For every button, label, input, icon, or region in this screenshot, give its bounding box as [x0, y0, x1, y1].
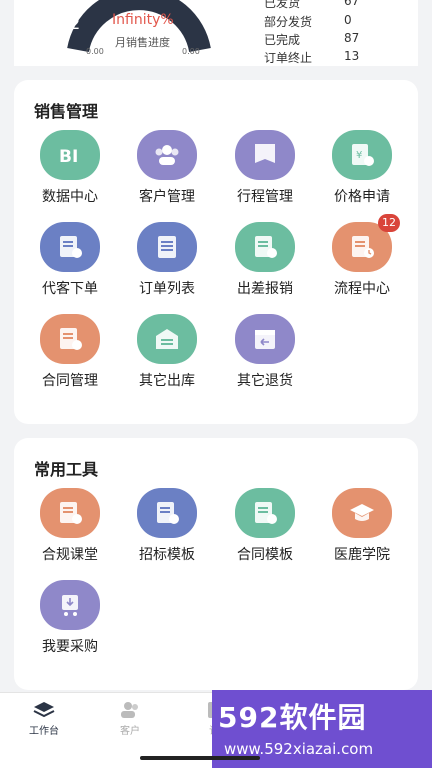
sales-management-card: 销售管理 BI 数据中心 客户管理 行程管理 ¥ 价格申请 代客下单 订单列表 … — [14, 80, 418, 424]
item-label: 行程管理 — [237, 189, 293, 205]
grid-item-workflow-center[interactable]: 12 流程中心 — [312, 214, 408, 302]
stat-shipped[interactable]: 已发货 67 — [264, 0, 404, 12]
grid-item-price-request[interactable]: ¥ 价格申请 — [312, 130, 408, 210]
gauge-max: 0.00 — [182, 47, 200, 56]
home-indicator — [140, 756, 260, 760]
stat-label: 已完成 — [264, 33, 301, 47]
section-title: 销售管理 — [34, 102, 99, 121]
bid-template-icon — [137, 488, 197, 538]
notification-badge: 12 — [378, 214, 400, 232]
stat-label: 部分发货 — [264, 15, 313, 29]
common-tools-card: 常用工具 合规课堂 招标模板 合同模板 医鹿学院 我要采购 — [14, 438, 418, 690]
item-label: 我要采购 — [42, 639, 98, 655]
item-label: 代客下单 — [42, 281, 98, 297]
grid-item-reimbursement[interactable]: 出差报销 — [215, 222, 311, 302]
grid-item-customers[interactable]: 客户管理 — [117, 130, 213, 210]
grid-item-contract-template[interactable]: 合同模板 — [215, 488, 311, 568]
stat-completed[interactable]: 已完成 87 — [264, 31, 404, 49]
grid-item-yilu-academy[interactable]: 医鹿学院 — [312, 488, 408, 568]
stat-terminated[interactable]: 订单终止 13 — [264, 49, 404, 67]
price-request-icon: ¥ — [332, 130, 392, 180]
stat-value: 67 — [344, 0, 360, 8]
graduation-cap-icon — [332, 488, 392, 538]
stat-partial-shipped[interactable]: 部分发货 0 — [264, 13, 404, 31]
item-label: 其它退货 — [237, 373, 293, 389]
stat-label: 已发货 — [264, 0, 301, 10]
item-label: 订单列表 — [139, 281, 195, 297]
order-list-icon — [137, 222, 197, 272]
stat-value: 13 — [344, 49, 360, 63]
grid-item-compliance-class[interactable]: 合规课堂 — [20, 488, 116, 568]
svg-text:¥: ¥ — [356, 150, 362, 161]
customers-tab-icon — [121, 702, 138, 718]
gauge-min: 0.00 — [86, 47, 104, 56]
itinerary-flag-icon — [235, 130, 295, 180]
tab-label: 客户 — [120, 726, 140, 737]
item-label: 合同管理 — [42, 373, 98, 389]
item-label: 招标模板 — [139, 547, 195, 563]
grid-item-proxy-order[interactable]: 代客下单 — [20, 222, 116, 302]
return-box-icon — [235, 314, 295, 364]
grid-item-bid-template[interactable]: 招标模板 — [117, 488, 213, 568]
tab-customers[interactable]: 客户 — [100, 701, 160, 741]
gauge-label: 月销售进度 — [115, 36, 170, 49]
item-label: 医鹿学院 — [334, 547, 390, 563]
layers-icon — [33, 702, 55, 718]
reimbursement-icon — [235, 222, 295, 272]
item-label: 客户管理 — [139, 189, 195, 205]
shopping-cart-icon — [40, 580, 100, 630]
gauge-left-number: 2 — [70, 14, 81, 33]
tab-workbench[interactable]: 工作台 — [14, 701, 74, 741]
grid-item-purchase[interactable]: 我要采购 — [20, 580, 116, 660]
item-label: 价格申请 — [334, 189, 390, 205]
gauge-value: Infinity% — [112, 12, 174, 28]
item-label: 出差报销 — [237, 281, 293, 297]
contract-template-icon — [235, 488, 295, 538]
grid-item-contract-management[interactable]: 合同管理 — [20, 314, 116, 394]
compliance-check-icon — [40, 488, 100, 538]
bi-icon: BI — [40, 130, 100, 180]
watermark-brand: 592软件园 — [218, 701, 367, 734]
section-title: 常用工具 — [34, 460, 99, 479]
item-label: 合规课堂 — [42, 547, 98, 563]
svg-text:BI: BI — [59, 147, 78, 167]
sales-progress-card: 2 Infinity% 月销售进度 0.00 0.00 已发货 67 部分发货 … — [14, 0, 418, 66]
item-label: 数据中心 — [42, 189, 98, 205]
tab-label: 工作台 — [29, 726, 59, 737]
proxy-order-icon — [40, 222, 100, 272]
stat-value: 87 — [344, 31, 360, 45]
stat-value: 0 — [344, 13, 352, 27]
item-label: 合同模板 — [237, 547, 293, 563]
grid-item-itinerary[interactable]: 行程管理 — [215, 130, 311, 210]
item-label: 流程中心 — [334, 281, 390, 297]
item-label: 其它出库 — [139, 373, 195, 389]
customers-icon — [137, 130, 197, 180]
grid-item-data-center[interactable]: BI 数据中心 — [20, 130, 116, 210]
grid-item-order-list[interactable]: 订单列表 — [117, 222, 213, 302]
stat-label: 订单终止 — [264, 51, 313, 65]
warehouse-out-icon — [137, 314, 197, 364]
contract-icon — [40, 314, 100, 364]
grid-item-other-outbound[interactable]: 其它出库 — [117, 314, 213, 394]
grid-item-other-returns[interactable]: 其它退货 — [215, 314, 311, 394]
